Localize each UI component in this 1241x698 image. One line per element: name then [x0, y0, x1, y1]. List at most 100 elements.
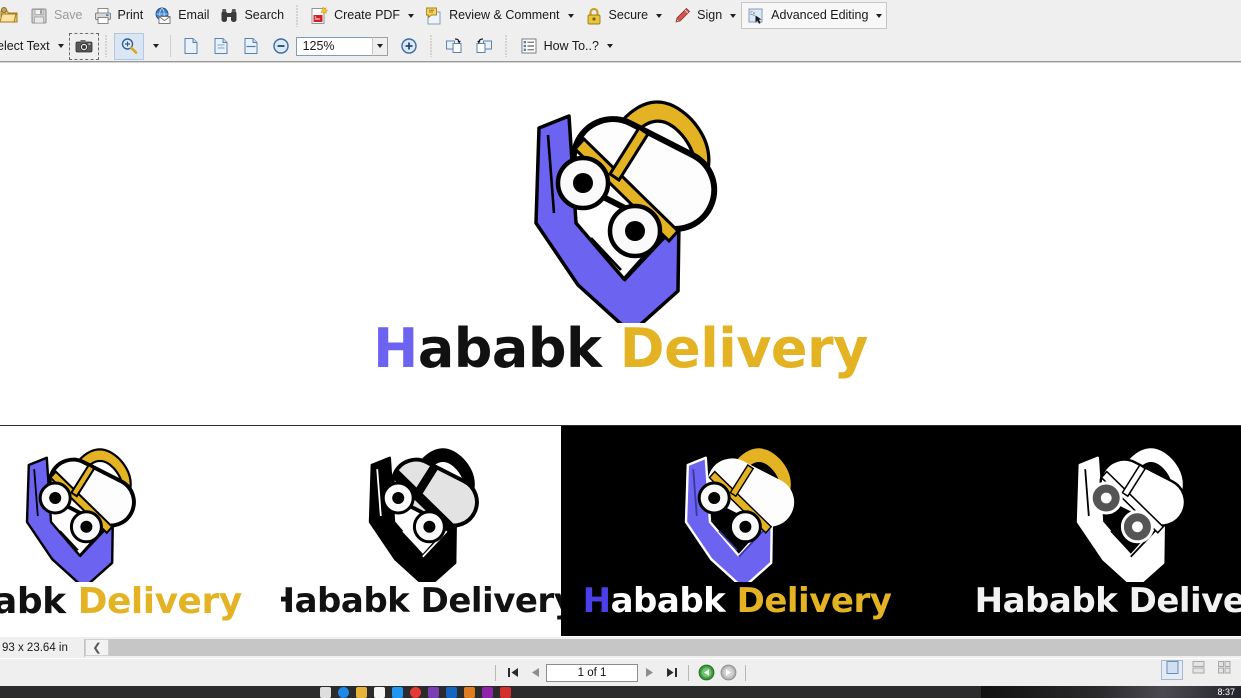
chevron-down-icon[interactable]: [57, 44, 64, 48]
go-forward-icon: [720, 664, 737, 681]
wordmark-variant-3: Hababk Delivery: [583, 584, 892, 618]
wordmark-variant-2: Hababk Delivery: [281, 584, 561, 618]
how-to-button[interactable]: How To..?: [514, 33, 618, 60]
fit-page-button[interactable]: [206, 33, 236, 60]
magnifier-plus-icon: [119, 36, 139, 56]
go-forward-button[interactable]: [717, 663, 739, 683]
taskbar-clock[interactable]: 8:37: [1217, 686, 1235, 698]
chevron-down-icon[interactable]: [656, 13, 663, 18]
actual-size-icon: [181, 36, 201, 56]
wordmark-delivery: Delivery: [77, 581, 243, 622]
first-page-button[interactable]: [502, 663, 524, 683]
taskbar-app[interactable]: [410, 687, 421, 698]
hero-logo-block: Hababk Delivery: [0, 63, 1241, 425]
chevron-left-icon: ❮: [92, 642, 102, 654]
next-page-icon: [643, 666, 656, 679]
status-bar: 93 x 23.64 in ❮: [0, 636, 1241, 658]
pdf-page-canvas[interactable]: Hababk Delivery abk Delivery Hababk Deli…: [0, 63, 1241, 636]
zoom-tool-button[interactable]: [113, 32, 144, 60]
zoom-level-value: 125%: [302, 39, 335, 53]
sign-button[interactable]: Sign: [667, 2, 741, 29]
go-back-button[interactable]: [695, 663, 717, 683]
email-button[interactable]: Email: [148, 2, 214, 29]
taskbar-app[interactable]: [338, 687, 349, 698]
search-button[interactable]: Search: [214, 2, 289, 29]
last-page-icon: [665, 666, 678, 679]
zoom-tool-dropdown[interactable]: [144, 33, 165, 60]
wordmark-delivery: Delivery: [736, 581, 892, 621]
fit-page-icon: [211, 36, 231, 56]
open-file-button[interactable]: [0, 2, 24, 29]
zoom-in-circle-icon: [399, 36, 419, 56]
email-button-label: Email: [178, 8, 210, 23]
create-pdf-icon: [309, 6, 329, 26]
logo-variants-strip: Hababk Delivery: [0, 426, 1241, 636]
wordmark-initial: H: [373, 317, 418, 380]
chevron-down-icon[interactable]: [876, 13, 883, 18]
fit-width-button[interactable]: [236, 33, 266, 60]
advanced-editing-label: Advanced Editing: [771, 8, 869, 23]
wordmark-rest: ababk: [0, 581, 66, 622]
taskbar-app[interactable]: [320, 687, 331, 698]
taskbar-app[interactable]: [392, 687, 403, 698]
os-taskbar[interactable]: 8:37: [0, 686, 1241, 698]
toolbar-separator: [169, 35, 171, 57]
single-page-view-button[interactable]: [1161, 660, 1183, 680]
snapshot-tool[interactable]: [68, 32, 99, 60]
chevron-down-icon[interactable]: [606, 44, 613, 48]
logo-variant-black-on-white: Hababk Delivery: [281, 426, 561, 636]
email-globe-icon: [153, 6, 173, 26]
next-page-button[interactable]: [638, 663, 660, 683]
chevron-down-icon[interactable]: [408, 13, 415, 18]
horizontal-scrollbar[interactable]: [109, 639, 1241, 656]
comment-icon: [424, 6, 444, 26]
taskbar-app[interactable]: [464, 687, 475, 698]
rotate-counterclockwise-button[interactable]: [469, 33, 499, 60]
chevron-down-icon[interactable]: [730, 13, 737, 18]
scroll-left-button[interactable]: ❮: [85, 639, 109, 656]
continuous-view-button[interactable]: [1187, 660, 1209, 680]
zoom-out-button[interactable]: [266, 33, 296, 60]
taskbar-app[interactable]: [500, 687, 511, 698]
zoom-level-input[interactable]: 125%: [295, 36, 372, 56]
wordmark-variant-1: Hababk Delivery: [0, 584, 242, 620]
chevron-down-icon[interactable]: [152, 44, 159, 48]
logo-variant-color-on-white: Hababk Delivery: [0, 426, 281, 636]
hababk-logo-svg-white: [1076, 448, 1187, 582]
create-pdf-button[interactable]: Create PDF: [304, 2, 419, 29]
toolbar-separator: [503, 35, 509, 57]
zoom-level-dropdown[interactable]: [371, 36, 388, 56]
last-page-button[interactable]: [660, 663, 682, 683]
rotate-clockwise-button[interactable]: [439, 33, 469, 60]
advanced-editing-button[interactable]: Advanced Editing: [741, 2, 888, 29]
facing-view-button[interactable]: [1213, 660, 1235, 680]
previous-page-button[interactable]: [524, 663, 546, 683]
chevron-down-icon[interactable]: [567, 13, 574, 18]
zoom-in-button[interactable]: [394, 33, 424, 60]
hababk-logo-svg-color: [25, 448, 136, 582]
taskbar-app[interactable]: [428, 687, 439, 698]
select-text-tool[interactable]: elect Text: [0, 33, 69, 60]
system-tray[interactable]: [981, 686, 1241, 698]
review-comment-button[interactable]: Review & Comment: [419, 2, 578, 29]
secure-button[interactable]: Secure: [579, 2, 668, 29]
taskbar-app[interactable]: [356, 687, 367, 698]
page-number-input[interactable]: 1 of 1: [546, 663, 638, 682]
taskbar-app[interactable]: [482, 687, 493, 698]
wordmark-rest: ababk: [610, 581, 726, 621]
logo-variant-color-on-black: Hababk Delivery: [561, 426, 901, 636]
secondary-toolbar: elect Text 125% How To..?: [0, 31, 1241, 63]
page-indicator-label: 1 of 1: [577, 666, 607, 679]
actual-size-button[interactable]: [176, 33, 206, 60]
taskbar-app[interactable]: [446, 687, 457, 698]
scrollbar-thumb[interactable]: [109, 639, 1241, 656]
pdf-reader-window: Save Print Email Search Create PDF Revie…: [0, 0, 1241, 698]
review-comment-label: Review & Comment: [449, 8, 560, 23]
taskbar-app[interactable]: [374, 687, 385, 698]
save-button[interactable]: Save: [24, 2, 88, 29]
taskbar-app-icons[interactable]: [320, 686, 511, 698]
nav-divider: [688, 664, 689, 681]
hababk-logo-svg-black: [368, 448, 479, 582]
logo-variant-white-on-black: Hababk Delivery: [901, 426, 1241, 636]
print-button[interactable]: Print: [88, 2, 149, 29]
